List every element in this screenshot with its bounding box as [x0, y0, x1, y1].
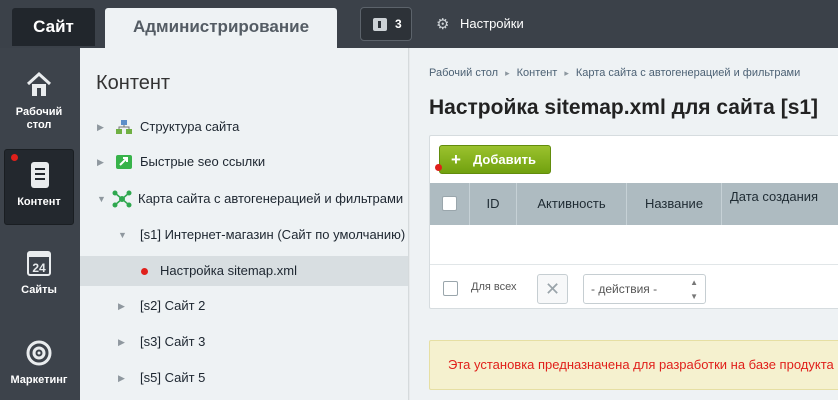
settings-label: Настройки: [460, 16, 524, 31]
header-checkbox-cell: [430, 183, 470, 225]
add-button-label: Добавить: [473, 152, 536, 167]
expand-arrow-icon[interactable]: ▶: [118, 291, 125, 321]
content-tree-panel: Контент ▶ Структура сайта ▶ Быстрые seo …: [80, 48, 409, 400]
tree-item-s2[interactable]: ▶ [s2] Сайт 2: [80, 291, 408, 321]
close-icon: ✕: [544, 279, 561, 299]
tree-label: [s5] Сайт 5: [140, 370, 206, 385]
status-dot: [11, 154, 18, 161]
breadcrumb-content[interactable]: Контент: [517, 67, 558, 79]
menu-item-sites[interactable]: 24 Сайты: [4, 238, 74, 314]
tree-item-s1[interactable]: ▼ [s1] Интернет-магазин (Сайт по умолчан…: [80, 220, 408, 250]
tree-label: Настройка sitemap.xml: [160, 263, 297, 278]
delete-button[interactable]: ✕: [537, 274, 568, 304]
expand-arrow-icon[interactable]: ▶: [97, 147, 104, 177]
active-dot: [141, 268, 148, 275]
main-content: Рабочий стол ▸ Контент ▸ Карта сайта с автог…: [410, 48, 838, 400]
target-icon: [26, 340, 52, 366]
menu-item-marketing[interactable]: Маркетинг: [4, 328, 74, 400]
menu-label-marketing: Маркетинг: [10, 374, 68, 386]
breadcrumb-desktop[interactable]: Рабочий стол: [429, 67, 498, 79]
calendar-icon: 24: [27, 251, 51, 276]
tab-site[interactable]: Сайт: [12, 8, 95, 46]
for-all-checkbox[interactable]: [443, 281, 458, 296]
expand-arrow-icon[interactable]: ▶: [118, 327, 125, 357]
menu-item-content[interactable]: Контент: [4, 149, 74, 225]
calendar-number: 24: [32, 261, 46, 275]
tree-label: Быстрые seo ссылки: [140, 154, 266, 169]
add-button[interactable]: + Добавить: [439, 145, 551, 174]
select-all-checkbox[interactable]: [442, 196, 457, 211]
menu-item-desktop[interactable]: Рабочий стол: [4, 60, 74, 136]
left-menu: Рабочий стол Контент 24 Сайты Маркетинг: [0, 48, 80, 400]
collapse-arrow-icon[interactable]: ▼: [118, 220, 127, 250]
menu-label-sites: Сайты: [21, 284, 57, 296]
tree-label: [s3] Сайт 3: [140, 334, 206, 349]
tree-label: [s2] Сайт 2: [140, 298, 206, 313]
table-header: ID Активность Название Дата создания: [430, 183, 838, 225]
structure-icon: [116, 120, 132, 134]
actions-select[interactable]: - действия - ▲ ▼: [583, 274, 706, 304]
for-all-label: Для всех: [471, 281, 517, 293]
actions-select-value: - действия -: [591, 282, 658, 296]
breadcrumb-separator-icon: ▸: [505, 68, 510, 78]
breadcrumb: Рабочий стол ▸ Контент ▸ Карта сайта с автог…: [429, 67, 800, 79]
notifications-count: 3: [395, 17, 402, 31]
home-icon: [26, 71, 52, 96]
tree-item-seo-links[interactable]: ▶ Быстрые seo ссылки: [80, 147, 408, 177]
tree-item-sitemap-settings[interactable]: Настройка sitemap.xml: [80, 256, 408, 286]
gear-icon: ⚙: [436, 16, 450, 33]
breadcrumb-separator-icon: ▸: [564, 68, 569, 78]
plus-icon: +: [451, 150, 461, 169]
tree-item-sitemap[interactable]: ▼ Карта сайта с автогенерацией и фильтра…: [80, 184, 408, 214]
tree-label: Карта сайта с автогенерацией и фильтрами: [138, 191, 404, 206]
tab-administration[interactable]: Администрирование: [105, 8, 337, 48]
tree-item-site-structure[interactable]: ▶ Структура сайта: [80, 112, 408, 142]
breadcrumb-sitemap[interactable]: Карта сайта с автогенерацией и фильтрами: [576, 67, 800, 79]
seo-link-icon: [116, 155, 132, 169]
expand-arrow-icon[interactable]: ▶: [118, 363, 125, 393]
sitemap-icon: [112, 190, 132, 208]
tree-item-s3[interactable]: ▶ [s3] Сайт 3: [80, 327, 408, 357]
collapse-arrow-icon[interactable]: ▼: [97, 184, 106, 214]
notifications-button[interactable]: 3: [360, 7, 412, 41]
settings-link[interactable]: ⚙ Настройки: [436, 15, 524, 33]
notification-icon: [373, 18, 387, 31]
expand-arrow-icon[interactable]: ▶: [97, 112, 104, 142]
column-header-created[interactable]: Дата создания: [722, 183, 838, 225]
column-header-active[interactable]: Активность: [517, 183, 627, 225]
list-card: + Добавить ID Активность Название Дата с…: [429, 135, 838, 309]
tree-item-s5[interactable]: ▶ [s5] Сайт 5: [80, 363, 408, 393]
menu-label-desktop: Рабочий стол: [15, 106, 63, 131]
warning-message: Эта установка предназначена для разработ…: [429, 340, 838, 390]
tree-label: Структура сайта: [140, 119, 240, 134]
table-footer: Для всех ✕ - действия - ▲ ▼: [430, 264, 838, 310]
menu-label-content: Контент: [17, 196, 61, 208]
tree-title: Контент: [96, 72, 171, 94]
document-icon: [31, 162, 49, 188]
tree-label: [s1] Интернет-магазин (Сайт по умолчанию…: [140, 227, 406, 242]
status-dot: [435, 164, 442, 171]
page-title: Настройка sitemap.xml для сайта [s1]: [429, 96, 819, 119]
updown-arrows-icon: ▲ ▼: [690, 278, 698, 301]
column-header-id[interactable]: ID: [470, 183, 517, 225]
column-header-name[interactable]: Название: [627, 183, 722, 225]
top-bar: Сайт Администрирование 3 ⚙ Настройки: [0, 0, 838, 48]
